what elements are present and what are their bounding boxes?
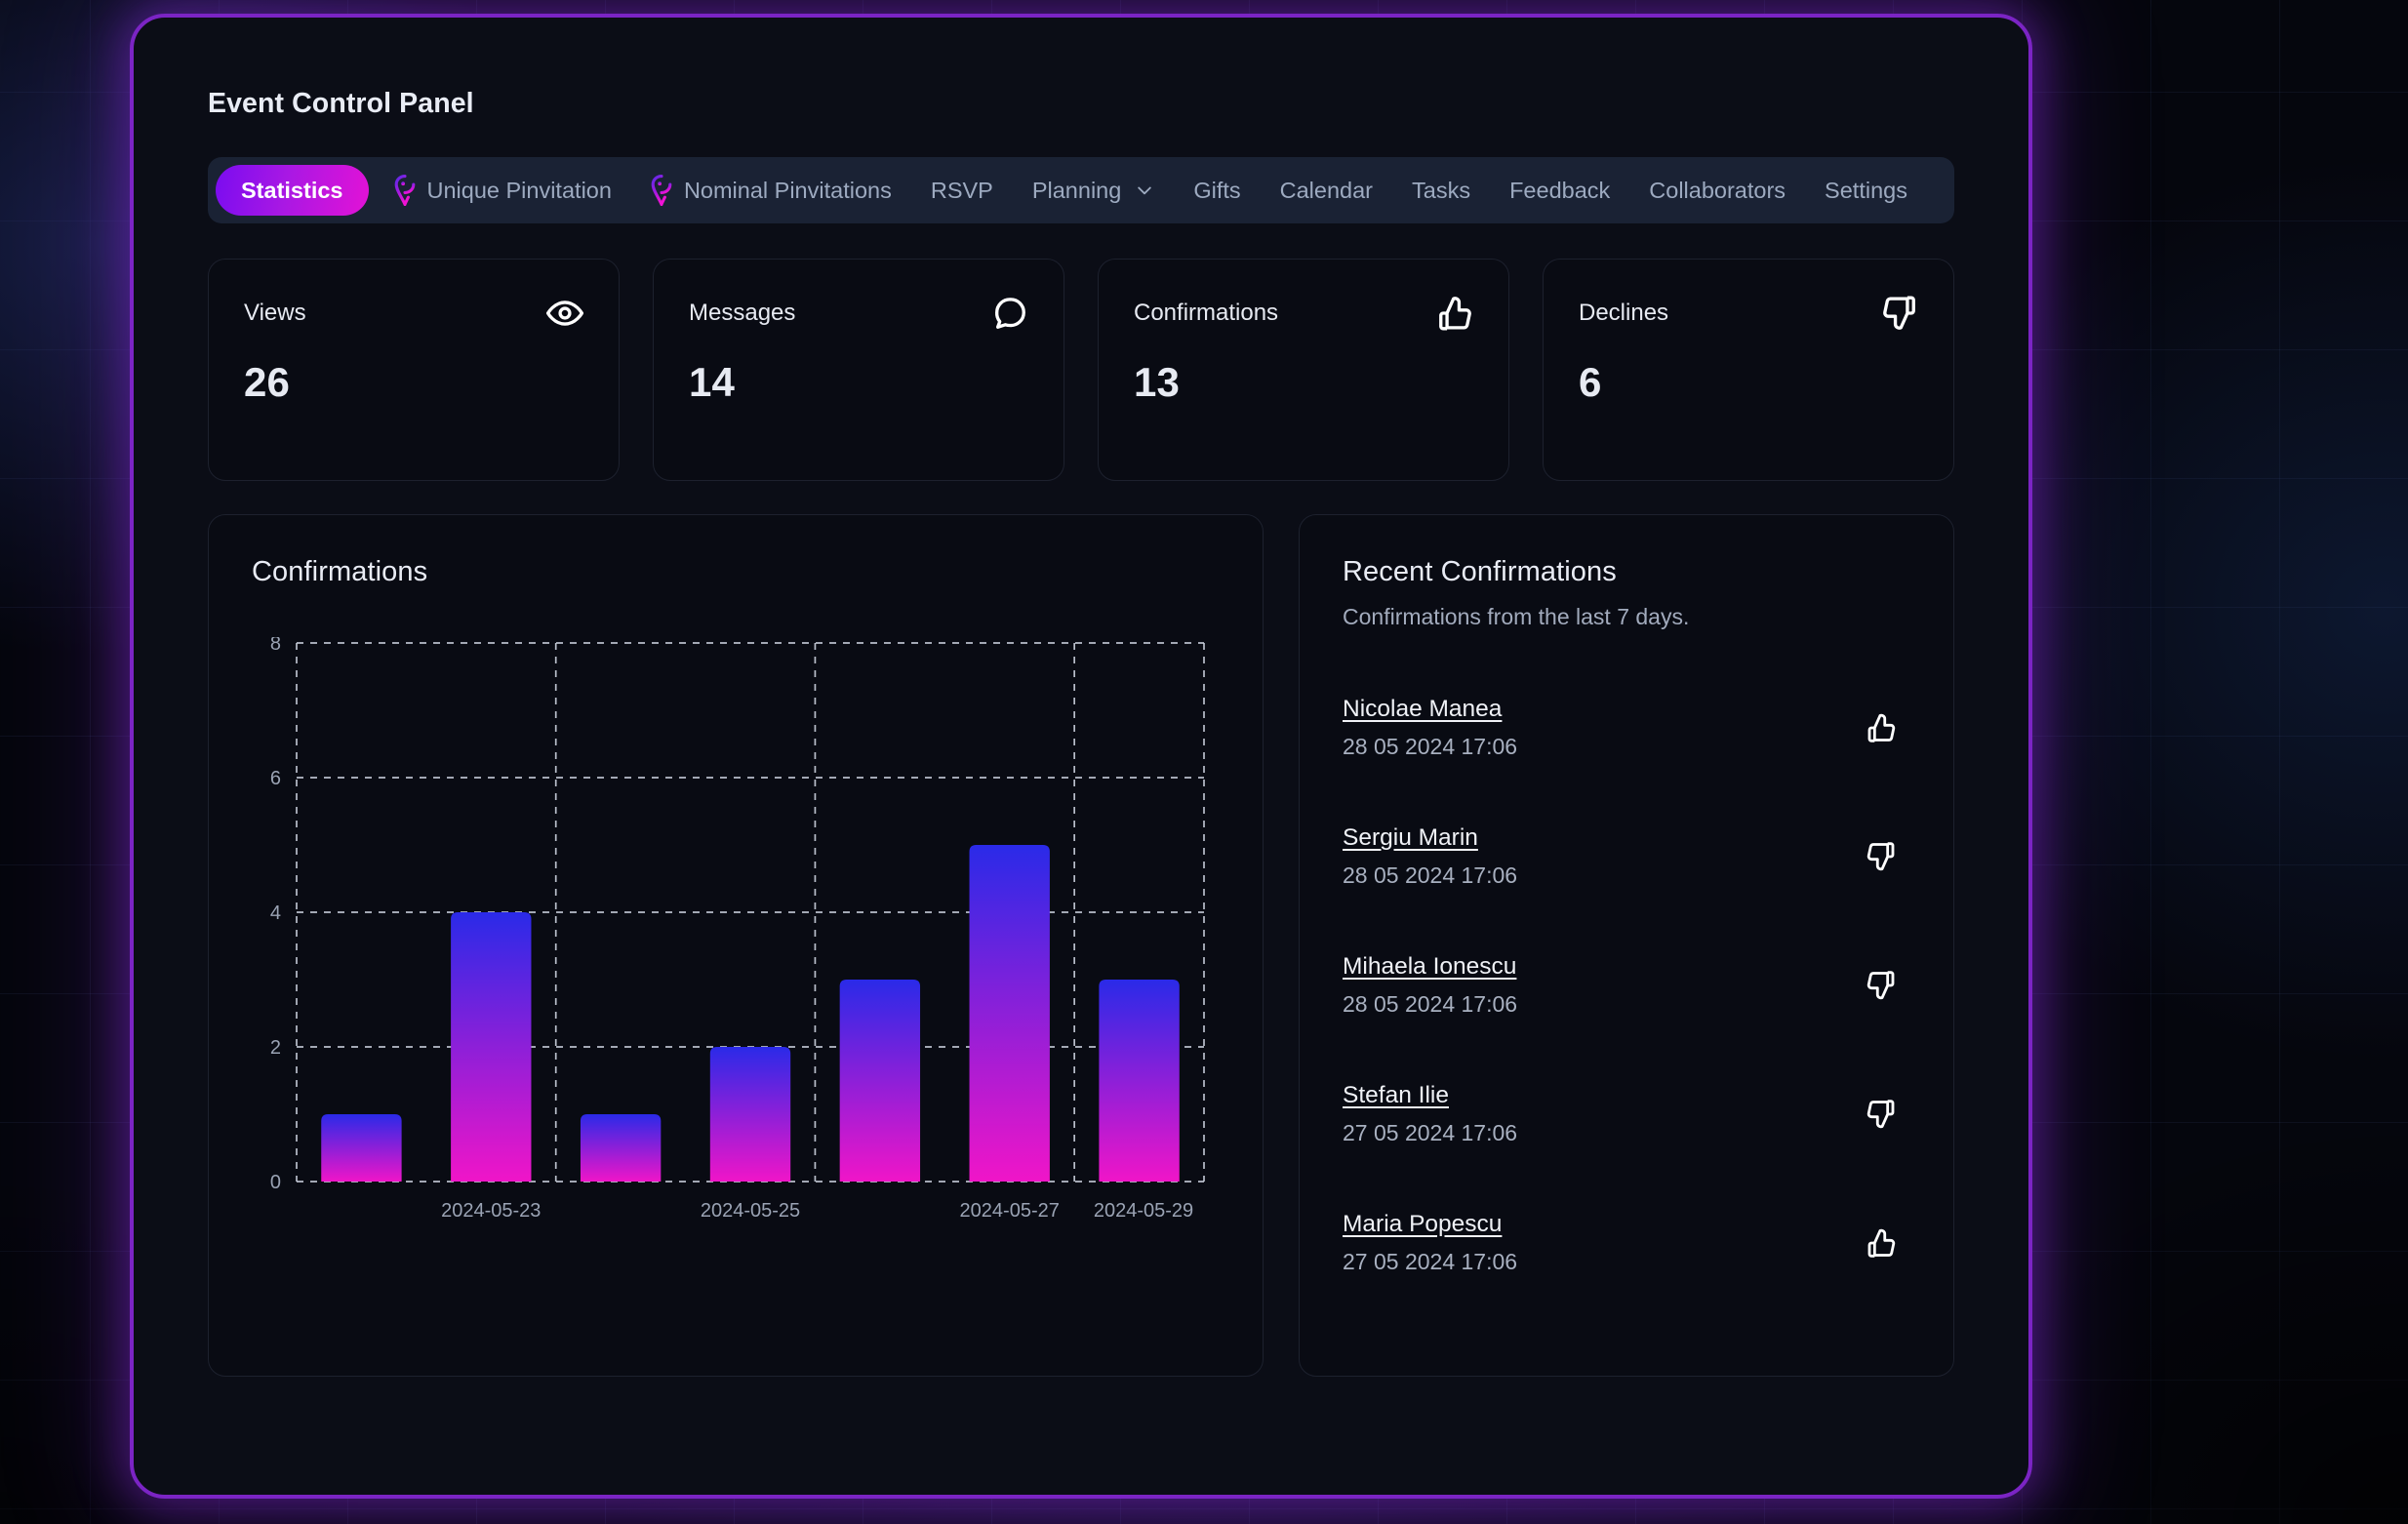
tab-rsvp[interactable]: RSVP bbox=[911, 165, 1013, 216]
list-item: Maria Popescu 27 05 2024 17:06 bbox=[1343, 1179, 1910, 1307]
chart-area: 0 2 4 6 8 2024-05-23 2024-05-25 2024-05-27 2024-… bbox=[252, 637, 1220, 1281]
stat-card-messages: Messages 14 bbox=[653, 259, 1064, 481]
chart-title: Confirmations bbox=[252, 556, 428, 587]
stat-label: Declines bbox=[1579, 300, 1669, 326]
thumbs-up-icon bbox=[1867, 713, 1896, 742]
thumbs-up-icon bbox=[1439, 297, 1471, 331]
guest-timestamp: 28 05 2024 17:06 bbox=[1343, 862, 1518, 888]
pin-icon bbox=[394, 175, 415, 206]
tab-unique-pinvitation[interactable]: Unique Pinvitation bbox=[375, 165, 631, 216]
stat-card-declines: Declines 6 bbox=[1543, 259, 1954, 481]
tab-bar: Statistics Unique Pinvitation Nominal Pinv… bbox=[208, 157, 1954, 223]
guest-timestamp: 27 05 2024 17:06 bbox=[1343, 1249, 1518, 1274]
stat-card-views: Views 26 bbox=[208, 259, 620, 481]
svg-text:2024-05-25: 2024-05-25 bbox=[701, 1200, 800, 1222]
chevron-down-icon bbox=[1138, 186, 1152, 195]
list-item-text: Stefan Ilie 27 05 2024 17:06 bbox=[1343, 1082, 1517, 1146]
tab-label: Settings bbox=[1825, 177, 1907, 203]
tab-label: Unique Pinvitation bbox=[426, 177, 612, 203]
recent-confirmations-list: Nicolae Manea 28 05 2024 17:06 Sergiu Mari… bbox=[1343, 663, 1910, 1307]
thumbs-down-icon bbox=[1866, 971, 1895, 1000]
tab-tasks[interactable]: Tasks bbox=[1392, 165, 1490, 216]
svg-text:4: 4 bbox=[270, 902, 281, 924]
stat-label: Messages bbox=[689, 300, 796, 326]
tab-label: Tasks bbox=[1412, 177, 1471, 203]
list-item-text: Maria Popescu 27 05 2024 17:06 bbox=[1343, 1211, 1517, 1275]
list-item: Sergiu Marin 28 05 2024 17:06 bbox=[1343, 792, 1910, 921]
guest-name-link[interactable]: Nicolae Manea bbox=[1343, 696, 1502, 723]
stat-cards-row: Views 26 Messages 14 Confirmations 13 Declines… bbox=[208, 259, 1954, 481]
stat-card-header: Declines bbox=[1579, 295, 1918, 332]
tab-label: Collaborators bbox=[1649, 177, 1786, 203]
tab-collaborators[interactable]: Collaborators bbox=[1629, 165, 1805, 216]
guest-timestamp: 28 05 2024 17:06 bbox=[1343, 734, 1518, 759]
tab-label: Planning bbox=[1031, 177, 1122, 203]
list-item-text: Mihaela Ionescu 28 05 2024 17:06 bbox=[1343, 953, 1517, 1018]
pin-icon bbox=[651, 175, 672, 206]
tab-feedback[interactable]: Feedback bbox=[1490, 165, 1629, 216]
stat-value: 6 bbox=[1579, 359, 1602, 405]
page-title: Event Control Panel bbox=[208, 88, 474, 119]
stat-label: Views bbox=[244, 300, 306, 326]
tab-nominal-pinvitations[interactable]: Nominal Pinvitations bbox=[631, 165, 911, 216]
tab-statistics[interactable]: Statistics bbox=[216, 165, 369, 216]
lower-row: Confirmations 0 2 4 6 8 2024-05-23 2024-05-25 2… bbox=[208, 514, 1954, 1377]
stat-value: 26 bbox=[244, 359, 291, 405]
eye-icon bbox=[546, 301, 583, 326]
recent-title: Recent Confirmations bbox=[1343, 556, 1617, 587]
stat-value: 14 bbox=[689, 359, 736, 405]
svg-text:2024-05-27: 2024-05-27 bbox=[960, 1200, 1060, 1222]
stat-card-header: Messages bbox=[689, 295, 1028, 332]
guest-name-link[interactable]: Sergiu Marin bbox=[1343, 824, 1478, 852]
tab-label: RSVP bbox=[930, 177, 993, 203]
tab-gifts[interactable]: Gifts bbox=[1174, 165, 1260, 216]
svg-text:6: 6 bbox=[270, 768, 281, 789]
list-item-text: Sergiu Marin 28 05 2024 17:06 bbox=[1343, 824, 1517, 889]
list-item: Mihaela Ionescu 28 05 2024 17:06 bbox=[1343, 921, 1910, 1050]
thumbs-down-icon bbox=[1866, 1100, 1895, 1129]
tab-settings[interactable]: Settings bbox=[1805, 165, 1927, 216]
tab-label: Nominal Pinvitations bbox=[683, 177, 892, 203]
list-item-text: Nicolae Manea 28 05 2024 17:06 bbox=[1343, 696, 1517, 760]
list-item: Stefan Ilie 27 05 2024 17:06 bbox=[1343, 1050, 1910, 1179]
recent-confirmations-card: Recent Confirmations Confirmations from … bbox=[1299, 514, 1954, 1377]
tab-planning[interactable]: Planning bbox=[1013, 165, 1174, 216]
guest-name-link[interactable]: Maria Popescu bbox=[1343, 1211, 1502, 1238]
thumbs-down-icon bbox=[1866, 842, 1895, 871]
stat-card-header: Confirmations bbox=[1134, 295, 1473, 332]
tab-label: Gifts bbox=[1193, 177, 1241, 203]
confirmations-chart-card: Confirmations 0 2 4 6 8 2024-05-23 2024-05-25 2… bbox=[208, 514, 1264, 1377]
svg-text:0: 0 bbox=[270, 1172, 281, 1193]
guest-timestamp: 27 05 2024 17:06 bbox=[1343, 1120, 1518, 1145]
list-item: Nicolae Manea 28 05 2024 17:06 bbox=[1343, 663, 1910, 792]
svg-text:2024-05-23: 2024-05-23 bbox=[441, 1200, 541, 1222]
svg-text:2: 2 bbox=[270, 1037, 281, 1059]
stat-card-confirmations: Confirmations 13 bbox=[1098, 259, 1509, 481]
stat-label: Confirmations bbox=[1134, 300, 1279, 326]
stat-value: 13 bbox=[1134, 359, 1181, 405]
message-bubble-icon bbox=[995, 298, 1025, 329]
tab-label: Feedback bbox=[1509, 177, 1611, 203]
svg-text:8: 8 bbox=[270, 637, 281, 655]
guest-name-link[interactable]: Stefan Ilie bbox=[1343, 1082, 1449, 1109]
stat-card-header: Views bbox=[244, 295, 583, 332]
tab-calendar[interactable]: Calendar bbox=[1261, 165, 1392, 216]
svg-text:2024-05-29: 2024-05-29 bbox=[1094, 1200, 1193, 1222]
guest-name-link[interactable]: Mihaela Ionescu bbox=[1343, 953, 1516, 981]
thumbs-up-icon bbox=[1867, 1228, 1896, 1258]
recent-subtitle: Confirmations from the last 7 days. bbox=[1343, 604, 1690, 629]
tab-label: Statistics bbox=[241, 177, 343, 203]
confirmations-bar-chart: 0 2 4 6 8 2024-05-23 2024-05-25 2024-05-27 2024-… bbox=[270, 637, 1205, 1222]
guest-timestamp: 28 05 2024 17:06 bbox=[1343, 991, 1518, 1017]
event-control-panel: Event Control Panel Statistics Unique Pin… bbox=[130, 14, 2032, 1499]
thumbs-down-icon bbox=[1883, 296, 1915, 330]
tab-label: Calendar bbox=[1279, 177, 1373, 203]
